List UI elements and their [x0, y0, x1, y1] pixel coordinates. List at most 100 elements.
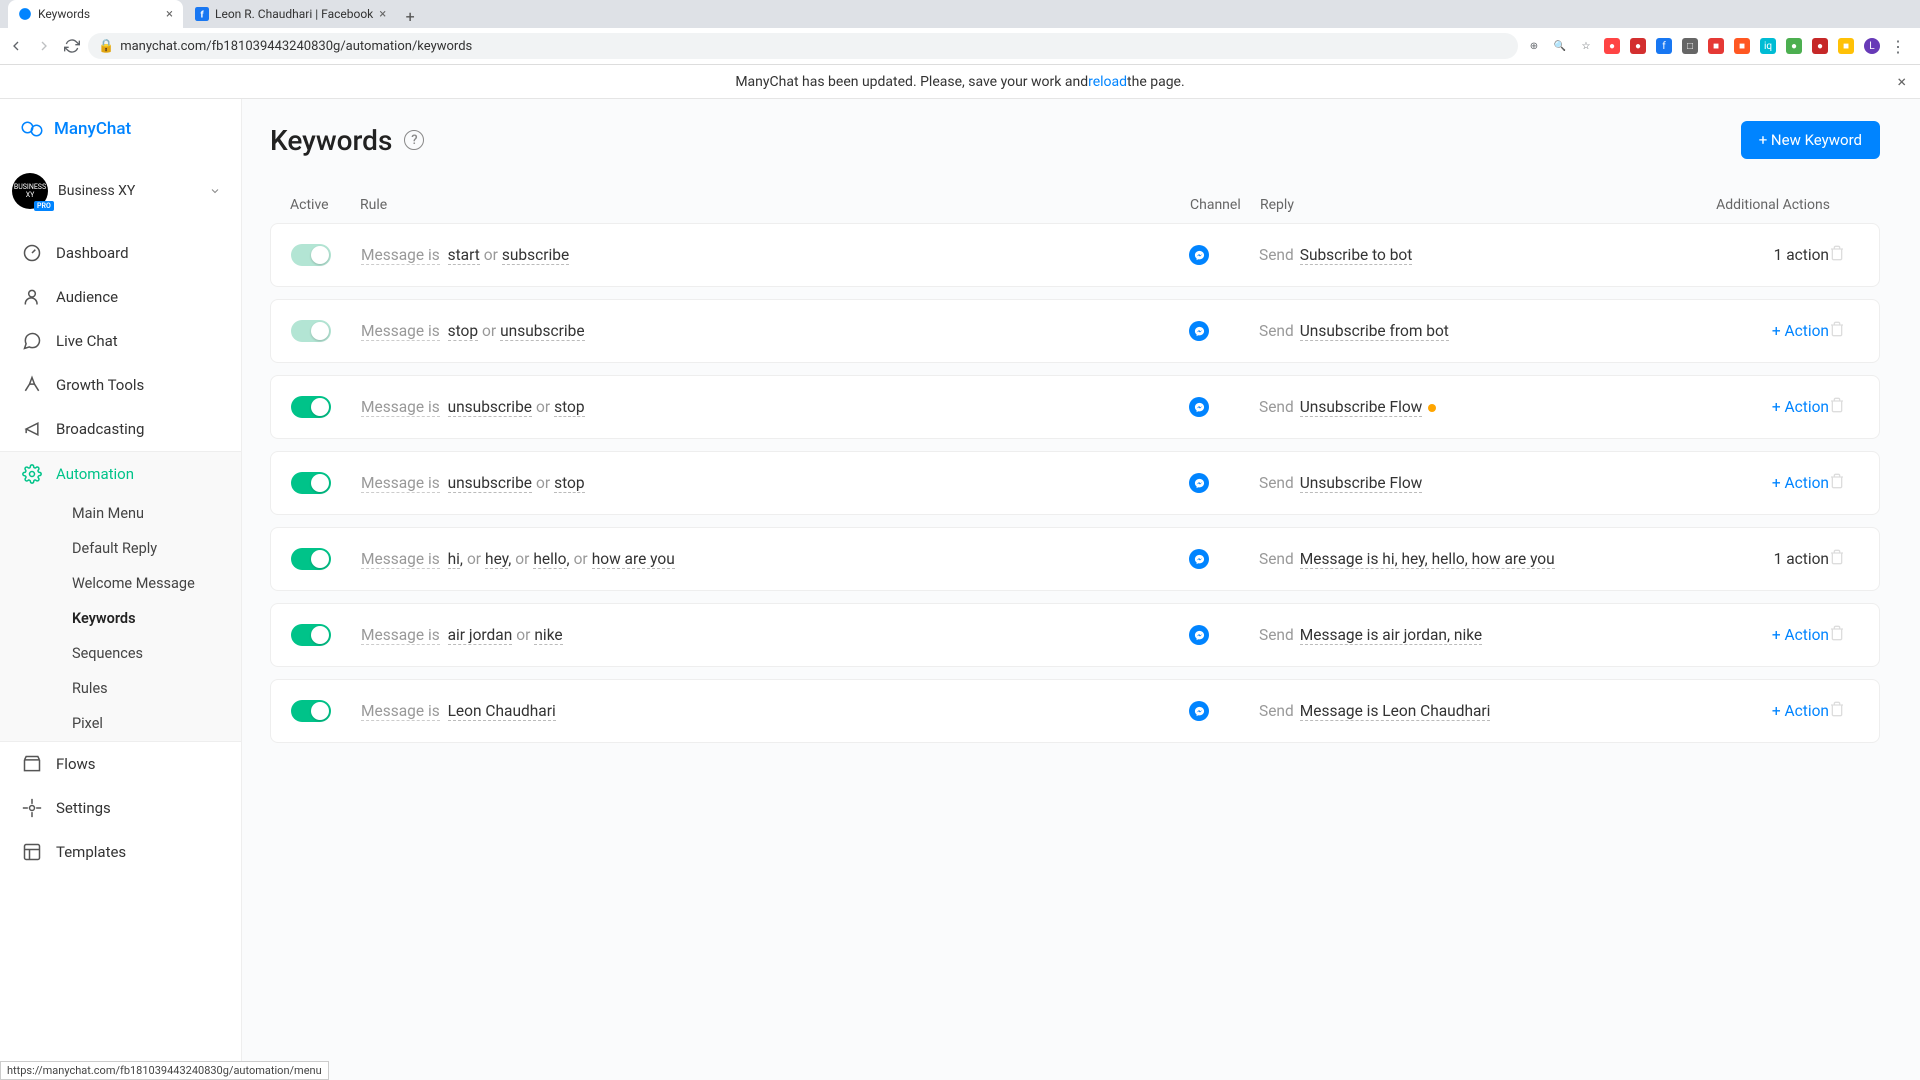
keyword-row[interactable]: Message is hi,orhey,orhello,orhow are yo…: [270, 527, 1880, 591]
sidebar-item-dashboard[interactable]: Dashboard: [0, 231, 241, 275]
delete-icon[interactable]: [1829, 549, 1845, 565]
reply-cell[interactable]: SendMessage is Leon Chaudhari: [1259, 702, 1679, 720]
zoom-icon[interactable]: 🔍: [1552, 38, 1568, 54]
add-action-link[interactable]: + Action: [1772, 702, 1829, 720]
workspace-selector[interactable]: BUSINESS XY PRO Business XY: [0, 163, 233, 219]
reply-cell[interactable]: SendMessage is hi, hey, hello, how are y…: [1259, 550, 1679, 568]
logo[interactable]: ManyChat: [0, 99, 241, 159]
back-icon[interactable]: [8, 38, 24, 54]
action-count[interactable]: 1 action: [1774, 246, 1829, 264]
nav-label: Dashboard: [56, 244, 129, 262]
ext-icon[interactable]: ●: [1812, 38, 1828, 54]
delete-icon[interactable]: [1829, 701, 1845, 717]
keyword-row[interactable]: Message is unsubscribeorstop SendUnsubscr…: [270, 375, 1880, 439]
close-banner-icon[interactable]: ×: [1897, 72, 1906, 91]
add-action-link[interactable]: + Action: [1772, 474, 1829, 492]
ext-icon[interactable]: ●: [1604, 38, 1620, 54]
star-icon[interactable]: ☆: [1578, 38, 1594, 54]
sidebar-item-flows[interactable]: Flows: [0, 742, 241, 786]
banner-text-before: ManyChat has been updated. Please, save …: [735, 74, 1088, 90]
address-bar[interactable]: 🔒 manychat.com/fb181039443240830g/automa…: [88, 33, 1518, 59]
col-additional: Additional Actions: [1680, 197, 1830, 213]
subnav-default-reply[interactable]: Default Reply: [0, 531, 241, 566]
action-count[interactable]: 1 action: [1774, 550, 1829, 568]
sidebar-item-live-chat[interactable]: Live Chat: [0, 319, 241, 363]
ext-icon[interactable]: ■: [1734, 38, 1750, 54]
sidebar-item-audience[interactable]: Audience: [0, 275, 241, 319]
sidebar-item-broadcasting[interactable]: Broadcasting: [0, 407, 241, 451]
ext-icon[interactable]: ●: [1786, 38, 1802, 54]
banner-reload-link[interactable]: reload: [1088, 74, 1127, 90]
manychat-favicon-icon: [18, 7, 32, 21]
browser-tab-active[interactable]: Keywords ×: [8, 0, 183, 28]
ext-icon[interactable]: iq: [1760, 38, 1776, 54]
rule-cell[interactable]: Message is air jordanornike: [361, 626, 1189, 644]
workspace-name: Business XY: [58, 183, 199, 199]
sidebar-item-settings[interactable]: Settings: [0, 786, 241, 830]
ext-icon[interactable]: f: [1656, 38, 1672, 54]
active-toggle[interactable]: [291, 472, 331, 494]
delete-icon[interactable]: [1829, 625, 1845, 641]
delete-icon[interactable]: [1829, 397, 1845, 413]
subnav-keywords[interactable]: Keywords: [0, 601, 241, 636]
reply-cell[interactable]: SendUnsubscribe Flow: [1259, 474, 1679, 492]
delete-icon[interactable]: [1829, 473, 1845, 489]
subnav-pixel[interactable]: Pixel: [0, 706, 241, 741]
sidebar-item-templates[interactable]: Templates: [0, 830, 241, 874]
delete-icon[interactable]: [1829, 245, 1845, 261]
rule-cell[interactable]: Message is hi,orhey,orhello,orhow are yo…: [361, 550, 1189, 568]
new-keyword-button[interactable]: + New Keyword: [1741, 121, 1880, 159]
keyword-row[interactable]: Message is stoporunsubscribe SendUnsubscr…: [270, 299, 1880, 363]
reload-icon[interactable]: [64, 38, 80, 54]
active-toggle[interactable]: [291, 548, 331, 570]
forward-icon[interactable]: [36, 38, 52, 54]
or-separator: or: [482, 322, 496, 340]
nav-label: Flows: [56, 755, 96, 773]
browser-tab-inactive[interactable]: f Leon R. Chaudhari | Facebook ×: [185, 0, 396, 28]
rule-cell[interactable]: Message is Leon Chaudhari: [361, 702, 1189, 720]
active-toggle[interactable]: [291, 700, 331, 722]
sidebar-item-automation[interactable]: Automation: [0, 452, 241, 496]
rule-cell[interactable]: Message is unsubscribeorstop: [361, 398, 1189, 416]
keyword-row[interactable]: Message is unsubscribeorstop SendUnsubscr…: [270, 451, 1880, 515]
rule-cell[interactable]: Message is startorsubscribe: [361, 246, 1189, 264]
subnav-rules[interactable]: Rules: [0, 671, 241, 706]
translate-icon[interactable]: ⊕: [1526, 38, 1542, 54]
keyword-row[interactable]: Message is air jordanornike SendMessage i…: [270, 603, 1880, 667]
keyword-row[interactable]: Message is Leon Chaudhari SendMessage is …: [270, 679, 1880, 743]
reply-cell[interactable]: SendUnsubscribe Flow: [1259, 398, 1679, 416]
menu-icon[interactable]: ⋮: [1890, 38, 1906, 54]
ext-icon[interactable]: ■: [1838, 38, 1854, 54]
add-action-link[interactable]: + Action: [1772, 322, 1829, 340]
add-action-link[interactable]: + Action: [1772, 626, 1829, 644]
delete-icon[interactable]: [1829, 321, 1845, 337]
keyword-row[interactable]: Message is startorsubscribe SendSubscribe…: [270, 223, 1880, 287]
rule-cell[interactable]: Message is unsubscribeorstop: [361, 474, 1189, 492]
reply-cell[interactable]: SendUnsubscribe from bot: [1259, 322, 1679, 340]
reply-cell[interactable]: SendMessage is air jordan, nike: [1259, 626, 1679, 644]
help-icon[interactable]: ?: [404, 130, 424, 150]
subnav-main-menu[interactable]: Main Menu: [0, 496, 241, 531]
new-tab-button[interactable]: +: [398, 4, 422, 28]
ext-icon[interactable]: □: [1682, 38, 1698, 54]
reply-cell[interactable]: SendSubscribe to bot: [1259, 246, 1679, 264]
active-toggle[interactable]: [291, 320, 331, 342]
active-toggle[interactable]: [291, 244, 331, 266]
tab-close-icon[interactable]: ×: [379, 7, 386, 22]
sidebar-item-growth-tools[interactable]: Growth Tools: [0, 363, 241, 407]
warning-dot-icon: [1428, 404, 1436, 412]
tab-title: Leon R. Chaudhari | Facebook: [215, 7, 373, 21]
browser-chrome: Keywords × f Leon R. Chaudhari | Faceboo…: [0, 0, 1920, 65]
profile-avatar-icon[interactable]: L: [1864, 38, 1880, 54]
tab-close-icon[interactable]: ×: [166, 7, 173, 22]
subnav-welcome-message[interactable]: Welcome Message: [0, 566, 241, 601]
active-toggle[interactable]: [291, 624, 331, 646]
ext-icon[interactable]: ■: [1708, 38, 1724, 54]
ext-icon[interactable]: ●: [1630, 38, 1646, 54]
rule-cell[interactable]: Message is stoporunsubscribe: [361, 322, 1189, 340]
add-action-link[interactable]: + Action: [1772, 398, 1829, 416]
facebook-favicon-icon: f: [195, 7, 209, 21]
active-toggle[interactable]: [291, 396, 331, 418]
subnav-sequences[interactable]: Sequences: [0, 636, 241, 671]
chat-icon: [22, 331, 42, 351]
